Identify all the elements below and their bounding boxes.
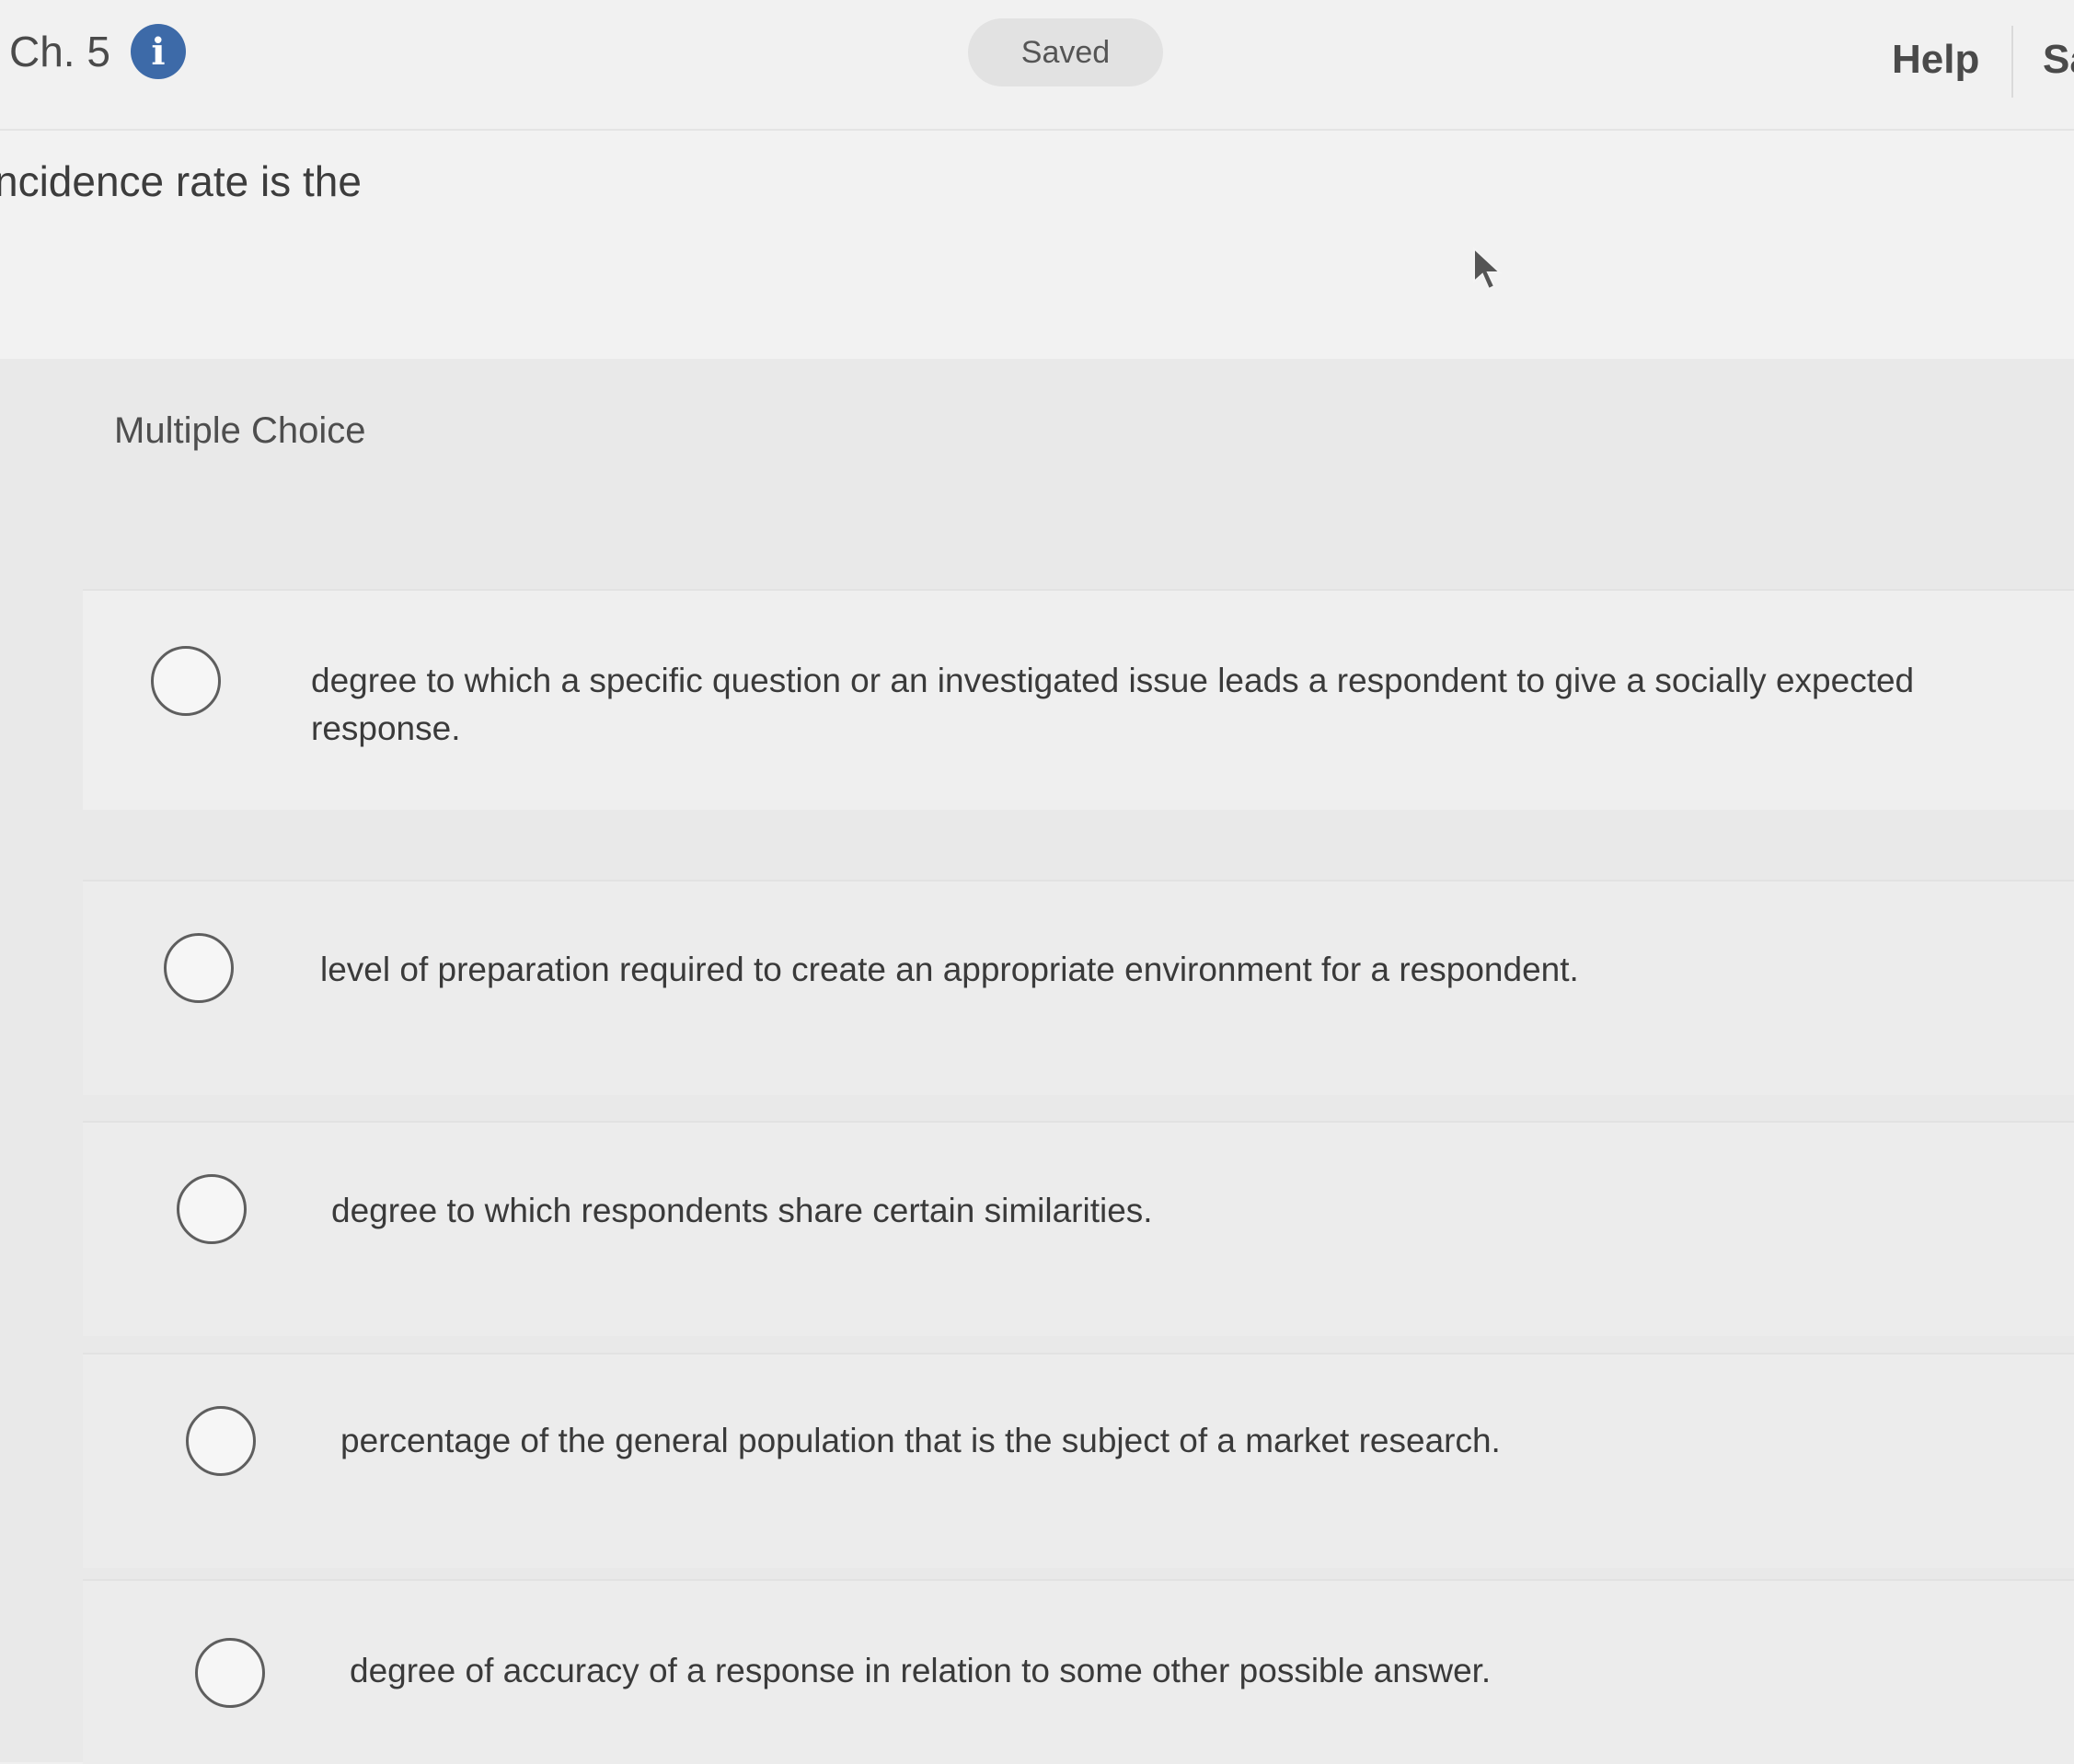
help-button[interactable]: Help bbox=[1892, 37, 1979, 83]
answer-option-label: degree to which a specific question or a… bbox=[311, 662, 1915, 747]
answer-option-2[interactable]: level of preparation required to create … bbox=[83, 880, 2074, 1095]
answer-option-label: percentage of the general population tha… bbox=[340, 1422, 1501, 1459]
answer-option-1[interactable]: degree to which a specific question or a… bbox=[83, 589, 2074, 810]
radio-button-2[interactable] bbox=[164, 933, 234, 1003]
answer-option-3[interactable]: degree to which respondents share certai… bbox=[83, 1121, 2074, 1336]
answer-option-5[interactable]: degree of accuracy of a response in rela… bbox=[83, 1579, 2074, 1764]
toolbar-divider bbox=[2011, 26, 2013, 98]
question-prompt: ncidence rate is the bbox=[0, 157, 362, 205]
mouse-pointer-icon bbox=[1473, 247, 1503, 291]
chapter-title: Ch. 5 i bbox=[9, 24, 186, 79]
answer-option-4[interactable]: percentage of the general population tha… bbox=[83, 1353, 2074, 1568]
answer-option-label: degree to which respondents share certai… bbox=[331, 1192, 1153, 1229]
radio-button-3[interactable] bbox=[177, 1174, 247, 1244]
radio-button-5[interactable] bbox=[195, 1638, 265, 1708]
radio-button-4[interactable] bbox=[186, 1406, 256, 1476]
answer-option-label: level of preparation required to create … bbox=[320, 951, 1579, 988]
info-icon[interactable]: i bbox=[130, 24, 186, 79]
saved-status-badge: Saved bbox=[968, 18, 1163, 86]
answer-option-label: degree of accuracy of a response in rela… bbox=[350, 1652, 1492, 1689]
top-toolbar: Ch. 5 i Saved Help Sa bbox=[0, 0, 2074, 131]
radio-button-1[interactable] bbox=[151, 646, 221, 716]
save-exit-button[interactable]: Sa bbox=[2043, 37, 2074, 83]
question-type-label: Multiple Choice bbox=[114, 410, 366, 451]
chapter-label: Ch. 5 bbox=[9, 28, 110, 75]
